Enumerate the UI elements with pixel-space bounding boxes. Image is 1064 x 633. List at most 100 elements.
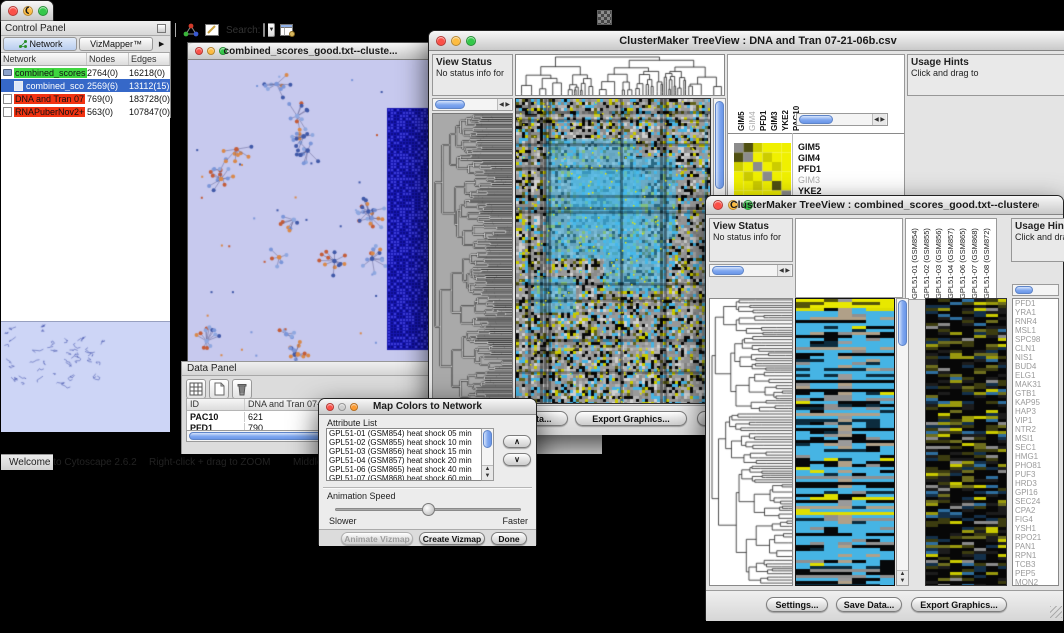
attribute-list[interactable]: GPL51-01 (GSM854) heat shock 05 minGPL51… — [326, 428, 494, 481]
attribute-list-item[interactable]: GPL51-01 (GSM854) heat shock 05 min — [327, 429, 493, 438]
scrollbar-arrows[interactable]: ▲▼ — [482, 465, 493, 480]
treeview1-button[interactable]: Export Graphics... — [575, 411, 687, 426]
scrollbar-thumb[interactable] — [712, 266, 744, 275]
heatmap-canvas[interactable] — [516, 99, 710, 403]
treeview2-button[interactable]: Export Graphics... — [911, 597, 1007, 612]
gene-label[interactable]: GTB1 — [1013, 389, 1058, 398]
close-button[interactable] — [326, 403, 334, 411]
gene-row-label[interactable]: PFD1 — [798, 164, 826, 175]
scrollbar-thumb[interactable] — [1015, 286, 1033, 294]
close-button[interactable] — [436, 36, 446, 46]
attribute-list-item[interactable]: GPL51-07 (GSM868) heat shock 60 min — [327, 474, 493, 481]
gene-label[interactable]: CPA2 — [1013, 506, 1058, 515]
gene-list-scrollbar[interactable] — [1012, 284, 1059, 296]
scrollbar-thumb[interactable] — [483, 430, 492, 448]
gene-label[interactable]: KAP95 — [1013, 398, 1058, 407]
gene-column-label[interactable]: PFD1 — [758, 57, 769, 131]
gene-column-label[interactable]: YKE2 — [780, 57, 791, 131]
desktop-icon[interactable] — [597, 10, 612, 25]
gene-label[interactable]: YSH1 — [1013, 524, 1058, 533]
network-row[interactable]: RNAPuberNov2+ 563(0) 107847(0) — [1, 105, 170, 118]
gene-label[interactable]: HRD3 — [1013, 479, 1058, 488]
gene-label[interactable]: NIS1 — [1013, 353, 1058, 362]
gene-label[interactable]: ELG1 — [1013, 371, 1058, 380]
column-header-nodes[interactable]: Nodes — [87, 53, 129, 65]
tab-vizmapper[interactable]: VizMapper™ — [79, 37, 153, 51]
gene-label[interactable]: RNR4 — [1013, 317, 1058, 326]
main-titlebar[interactable]: Cytoscape Desktop (Session Name: collins… — [1, 1, 53, 21]
move-down-button[interactable]: ∨ — [503, 453, 531, 466]
gene-label[interactable]: RPO21 — [1013, 533, 1058, 542]
annotation-icon[interactable] — [203, 21, 221, 39]
move-up-button[interactable]: ∧ — [503, 435, 531, 448]
select-attributes-icon[interactable] — [186, 379, 206, 399]
gene-column-label[interactable]: GIM4 — [747, 57, 758, 131]
heatmap-panel[interactable] — [515, 98, 711, 404]
cluster-hscrollbar[interactable]: ◀ ▶ — [796, 113, 888, 126]
column-header-edges[interactable]: Edges — [129, 53, 170, 65]
zoom-button[interactable] — [38, 6, 48, 16]
scrollbar-thumb[interactable] — [435, 100, 465, 109]
scrollbar-arrows[interactable]: ◀ ▶ — [777, 265, 791, 276]
network-row[interactable]: DNA and Tran 07 769(0) 183728(0) — [1, 92, 170, 105]
gene-label[interactable]: GPI16 — [1013, 488, 1058, 497]
gene-column-label[interactable]: GIM3 — [769, 57, 780, 131]
gene-label[interactable]: YRA1 — [1013, 308, 1058, 317]
search-input[interactable] — [263, 23, 265, 37]
network-row[interactable]: combined_scores 2764(0) 16218(0) — [1, 66, 170, 79]
dialog-titlebar[interactable]: Map Colors to Network — [319, 399, 536, 415]
close-button[interactable] — [195, 47, 203, 55]
gene-row-label[interactable]: GIM5 — [798, 142, 826, 153]
array-column-label[interactable]: GPL51-08 (GSM872) — [981, 220, 993, 299]
scrollbar-thumb[interactable] — [898, 300, 907, 346]
scrollbar-arrows[interactable]: ◀ ▶ — [872, 114, 886, 125]
array-column-label[interactable]: GPL51-03 (GSM856) — [933, 220, 945, 299]
column-dendrogram-panel[interactable] — [515, 54, 725, 96]
gene-label[interactable]: PAN1 — [1013, 542, 1058, 551]
attribute-list-item[interactable]: GPL51-02 (GSM855) heat shock 10 min — [327, 438, 493, 447]
scrollbar-arrows[interactable]: ▲▼ — [897, 570, 908, 585]
close-button[interactable] — [8, 6, 18, 16]
array-column-label[interactable]: GPL51-06 (GSM865) — [957, 220, 969, 299]
network-row[interactable]: combined_sco 2569(6) 13112(15) — [1, 79, 170, 92]
gene-label[interactable]: SPC98 — [1013, 335, 1058, 344]
gene-label[interactable]: MSL1 — [1013, 326, 1058, 335]
zoom-heatmap-canvas[interactable] — [926, 299, 1006, 585]
attribute-list-item[interactable]: GPL51-04 (GSM857) heat shock 20 min — [327, 456, 493, 465]
array-column-label[interactable]: GPL51-01 (GSM854) — [909, 220, 921, 299]
gene-label[interactable]: HAP3 — [1013, 407, 1058, 416]
gene-label[interactable]: TCB3 — [1013, 560, 1058, 569]
animate-vizmap-button[interactable]: Animate Vizmap — [341, 532, 413, 545]
search-dropdown-arrow[interactable]: ▼ — [268, 23, 275, 37]
animation-speed-slider[interactable] — [335, 508, 521, 511]
heatmap-canvas[interactable] — [796, 299, 894, 585]
tab-network[interactable]: Network — [3, 37, 77, 51]
gene-row-label[interactable]: GIM3 — [798, 175, 826, 186]
attribute-browser-icon[interactable] — [278, 21, 296, 39]
float-panel-icon[interactable] — [157, 24, 166, 33]
gene-label[interactable]: PFD1 — [1013, 299, 1058, 308]
gene-label[interactable]: PHO81 — [1013, 461, 1058, 470]
scrollbar-thumb[interactable] — [715, 101, 724, 189]
dendrogram-hscrollbar[interactable]: ◀ ▶ — [709, 264, 793, 277]
scrollbar-thumb[interactable] — [799, 115, 833, 124]
tabs-overflow-arrow[interactable]: ▶ — [155, 40, 168, 48]
gene-label[interactable]: SEC24 — [1013, 497, 1058, 506]
array-column-label[interactable]: GPL51-07 (GSM868) — [969, 220, 981, 299]
gene-label[interactable]: RPN1 — [1013, 551, 1058, 560]
attribute-list-item[interactable]: GPL51-03 (GSM856) heat shock 15 min — [327, 447, 493, 456]
gene-label[interactable]: CLN1 — [1013, 344, 1058, 353]
gene-label[interactable]: MAK31 — [1013, 380, 1058, 389]
gene-label[interactable]: BUD4 — [1013, 362, 1058, 371]
attribute-list-scrollbar[interactable]: ▲▼ — [481, 428, 494, 481]
gene-label[interactable]: MON2 — [1013, 578, 1058, 586]
network-overview-thumbnail[interactable] — [1, 321, 170, 432]
column-id[interactable]: ID — [187, 399, 245, 410]
heatmap-vscrollbar[interactable]: ▲▼ — [896, 298, 909, 586]
treeview2-titlebar[interactable]: ClusterMaker TreeView : combined_scores_… — [706, 196, 1063, 215]
resize-grip[interactable] — [1050, 606, 1062, 618]
column-dendrogram-canvas[interactable] — [516, 55, 724, 95]
column-dendrogram-panel[interactable] — [795, 218, 903, 298]
slider-thumb[interactable] — [422, 503, 435, 516]
create-vizmap-button[interactable]: Create Vizmap — [419, 532, 485, 545]
